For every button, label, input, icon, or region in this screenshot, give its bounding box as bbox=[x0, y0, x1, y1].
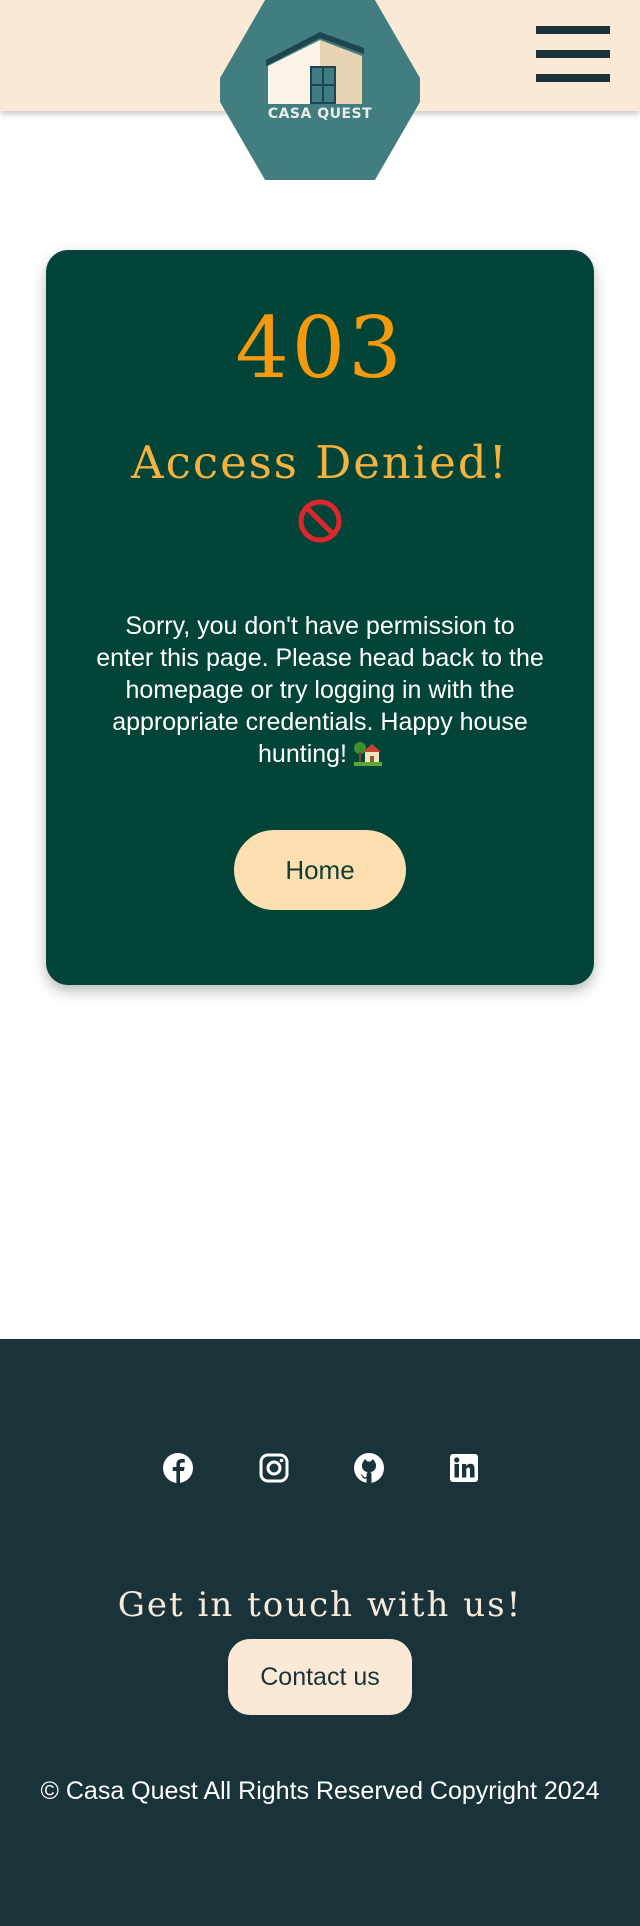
error-message: Sorry, you don't have permission to ente… bbox=[96, 610, 544, 770]
prohibited-icon bbox=[298, 499, 342, 543]
github-link[interactable] bbox=[352, 1451, 386, 1485]
contact-heading: Get in touch with us! bbox=[117, 1585, 523, 1625]
error-code: 403 bbox=[235, 299, 405, 397]
error-title: Access Denied! bbox=[131, 436, 509, 489]
instagram-link[interactable] bbox=[257, 1451, 291, 1485]
casa-quest-logo[interactable]: CASA QUEST bbox=[220, 0, 420, 180]
linkedin-icon bbox=[450, 1454, 478, 1482]
hamburger-menu-icon[interactable] bbox=[536, 26, 610, 86]
site-footer: Get in touch with us! Contact us © Casa … bbox=[0, 1339, 640, 1926]
contact-us-button[interactable]: Contact us bbox=[228, 1639, 412, 1715]
home-button[interactable]: Home bbox=[234, 830, 406, 910]
error-message-text: Sorry, you don't have permission to ente… bbox=[96, 612, 544, 768]
error-card: 403 Access Denied! Sorry, you don't have… bbox=[46, 250, 594, 985]
facebook-link[interactable] bbox=[161, 1451, 195, 1485]
house-with-garden-icon bbox=[353, 742, 382, 766]
copyright-text: © Casa Quest All Rights Reserved Copyrig… bbox=[40, 1777, 600, 1805]
house-logo-icon bbox=[220, 0, 420, 180]
logo-text: CASA QUEST bbox=[267, 106, 373, 122]
linkedin-link[interactable] bbox=[447, 1451, 481, 1485]
facebook-icon bbox=[163, 1453, 193, 1483]
instagram-icon bbox=[259, 1453, 289, 1483]
github-icon bbox=[354, 1453, 384, 1483]
